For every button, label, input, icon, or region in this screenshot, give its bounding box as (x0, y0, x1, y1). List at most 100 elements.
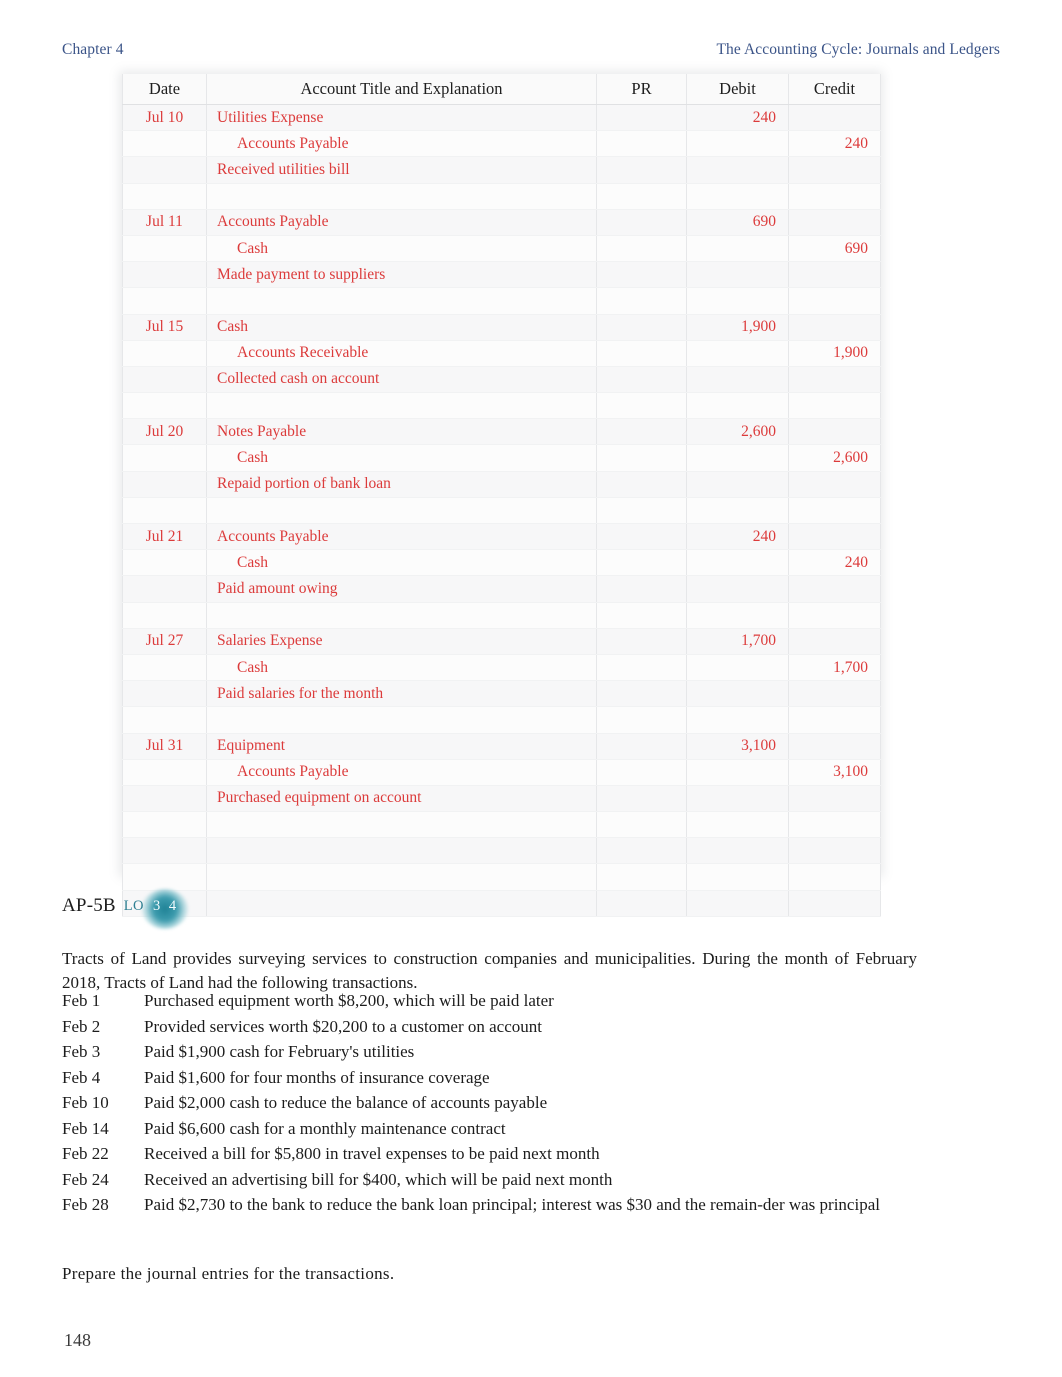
journal-cell-debit (686, 575, 789, 603)
journal-cell-debit (686, 392, 789, 420)
transaction-date: Feb 10 (62, 1093, 109, 1112)
journal-table-body: Jul 10 Utilities Expense 240 Accounts Payab… (122, 104, 881, 917)
journal-cell-credit (788, 418, 881, 446)
journal-row: Received utilities bill (122, 156, 881, 184)
learning-objective-badge: LO 3 4 (124, 888, 188, 929)
journal-cell-date (122, 261, 207, 289)
journal-row: Accounts Payable 3,100 (122, 759, 881, 786)
journal-cell-debit: 3,100 (686, 733, 789, 760)
journal-cell-credit (788, 104, 881, 132)
journal-cell-date: Jul 21 (122, 523, 207, 551)
journal-cell-pr (596, 602, 687, 629)
journal-cell-credit: 3,100 (788, 759, 881, 786)
journal-cell-pr (596, 130, 687, 158)
journal-cell-credit (788, 183, 881, 210)
journal-row: Cash 2,600 (122, 444, 881, 472)
journal-cell-date (122, 340, 207, 367)
journal-cell-account: Collected cash on account (206, 366, 597, 394)
transaction-description: Received an advertising bill for $400, w… (144, 1169, 613, 1189)
journal-cell-date (122, 130, 207, 158)
journal-cell-debit (686, 759, 789, 786)
transaction-item: Feb 4 Paid $1,600 for four months of insu… (62, 1065, 932, 1091)
journal-cell-account: Accounts Payable (206, 130, 597, 158)
column-header-credit: Credit (788, 74, 881, 105)
transaction-description: Paid $2,000 cash to reduce the balance o… (144, 1093, 548, 1112)
journal-cell-debit: 1,700 (686, 628, 789, 655)
journal-cell-date (122, 811, 207, 839)
journal-cell-pr (596, 287, 687, 315)
journal-cell-account (206, 392, 597, 420)
transaction-item: Feb 14 Paid $6,600 cash for a monthly mai… (62, 1116, 932, 1142)
journal-row: Paid amount owing (122, 575, 881, 603)
journal-cell-account: Utilities Expense (206, 104, 597, 132)
journal-cell-debit (686, 811, 789, 839)
journal-cell-pr (596, 366, 687, 394)
journal-cell-credit: 690 (788, 235, 881, 263)
journal-cell-pr (596, 340, 687, 367)
journal-row: Jul 31 Equipment 3,100 (122, 733, 881, 760)
journal-row: Cash 1,700 (122, 654, 881, 682)
journal-row (122, 811, 881, 839)
journal-cell-pr (596, 785, 687, 813)
journal-cell-account: Cash (206, 444, 597, 472)
journal-cell-account (206, 890, 597, 917)
journal-cell-debit (686, 890, 789, 917)
journal-row: Collected cash on account (122, 366, 881, 394)
journal-cell-pr (596, 680, 687, 708)
journal-cell-debit (686, 287, 789, 315)
journal-cell-debit (686, 156, 789, 184)
journal-cell-debit: 690 (686, 209, 789, 236)
journal-cell-date (122, 366, 207, 394)
journal-cell-date (122, 654, 207, 682)
transaction-description: Paid $1,600 for four months of insurance… (144, 1067, 490, 1087)
journal-cell-credit: 1,700 (788, 654, 881, 682)
column-header-account: Account Title and Explanation (206, 74, 597, 105)
journal-row: Accounts Payable 240 (122, 130, 881, 158)
journal-cell-credit (788, 523, 881, 551)
column-header-pr: PR (596, 74, 687, 105)
journal-row: Purchased equipment on account (122, 785, 881, 813)
journal-cell-debit (686, 183, 789, 210)
journal-cell-date (122, 575, 207, 603)
journal-cell-debit: 1,900 (686, 314, 789, 341)
problem-code: AP-5B (62, 895, 116, 916)
journal-cell-debit (686, 602, 789, 629)
journal-cell-pr (596, 235, 687, 263)
running-head-title: The Accounting Cycle: Journals and Ledge… (716, 41, 1000, 58)
journal-cell-account: Repaid portion of bank loan (206, 471, 597, 498)
transaction-date: Feb 24 (62, 1169, 109, 1189)
journal-cell-date (122, 287, 207, 315)
journal-row: Made payment to suppliers (122, 261, 881, 289)
journal-cell-credit (788, 863, 881, 891)
journal-cell-date (122, 183, 207, 210)
journal-row (122, 392, 881, 420)
transaction-item: Feb 2 Provided services worth $20,200 to … (62, 1014, 932, 1040)
journal-cell-debit (686, 680, 789, 708)
journal-cell-pr (596, 523, 687, 551)
journal-cell-credit (788, 785, 881, 813)
journal-cell-account: Accounts Payable (206, 523, 597, 551)
transaction-description: Purchased equipment worth $8,200, which … (144, 991, 554, 1010)
journal-cell-pr (596, 392, 687, 420)
journal-cell-account: Cash (206, 314, 597, 341)
journal-cell-pr (596, 863, 687, 891)
journal-header-row: Date Account Title and Explanation PR De… (122, 74, 881, 105)
learning-objective-numbers: 3 4 (152, 897, 179, 914)
journal-cell-credit: 240 (788, 130, 881, 158)
transaction-date: Feb 14 (62, 1118, 109, 1138)
journal-cell-pr (596, 209, 687, 236)
journal-row: Paid salaries for the month (122, 680, 881, 708)
column-header-date: Date (122, 74, 207, 105)
journal-cell-date: Jul 15 (122, 314, 207, 341)
journal-table-container: Date Account Title and Explanation PR De… (122, 74, 881, 917)
journal-cell-credit (788, 837, 881, 865)
problem-heading: AP-5B LO 3 4 (62, 888, 188, 929)
journal-cell-credit (788, 706, 881, 734)
journal-cell-account (206, 497, 597, 525)
journal-cell-date: Jul 10 (122, 104, 207, 132)
journal-cell-account (206, 287, 597, 315)
journal-cell-date (122, 602, 207, 629)
journal-cell-pr (596, 837, 687, 865)
journal-row: Jul 21 Accounts Payable 240 (122, 523, 881, 551)
journal-cell-account (206, 863, 597, 891)
